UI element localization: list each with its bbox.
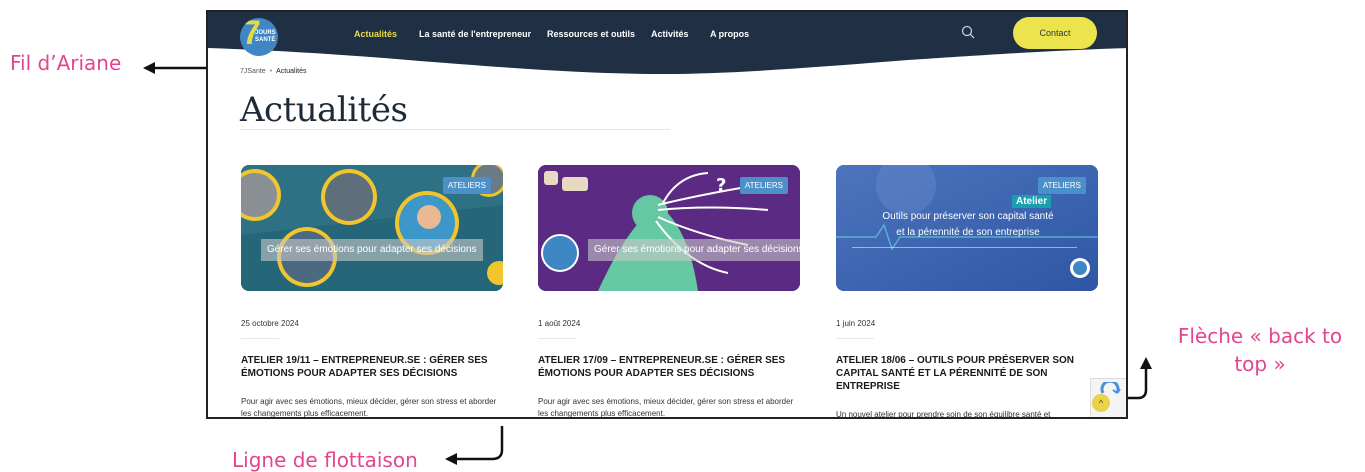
breadcrumb-current: Actualités [276,68,307,75]
thumbnail-caption: Outils pour préserver son capital santé … [858,209,1078,241]
website-screenshot: 7 JOURS SANTÉ Actualités La santé de l'e… [206,10,1128,419]
nav-item-ressources[interactable]: Ressources et outils [547,29,635,39]
article-title[interactable]: ATELIER 19/11 – ENTREPRENEUR.SE : GÉRER … [241,354,503,380]
thumbnail-caption: Gérer ses émotions pour adapter ses déci… [588,239,800,261]
article-excerpt: Un nouvel atelier pour prendre soin de s… [836,410,1051,419]
breadcrumb-separator: • [269,68,273,75]
back-to-top-button[interactable]: ^ [1092,394,1110,412]
thumbnail-caption: Gérer ses émotions pour adapter ses déci… [261,239,483,261]
breadcrumb: 7JSante • Actualités [240,68,307,75]
logo-text: JOURS SANTÉ [255,30,276,44]
nav-item-sante-entrepreneur[interactable]: La santé de l'entrepreneur [419,29,531,39]
nav-item-actualites[interactable]: Actualités [354,29,397,39]
article-card[interactable]: ATELIERS Atelier Outils pour préserver s… [836,165,1098,417]
article-thumbnail[interactable]: ATELIERS Gérer ses émotions pour adapter… [241,165,503,291]
contact-button[interactable]: Contact [1013,17,1097,49]
fold-line-annotation: Ligne de flottaison [232,448,418,472]
article-title[interactable]: ATELIER 17/09 – ENTREPRENEUR.SE : GÉRER … [538,354,800,380]
logo-text-line-1: JOURS [255,30,276,36]
date-divider [241,338,279,339]
article-date: 1 juin 2024 [836,319,876,328]
article-excerpt: Pour agir avec ses émotions, mieux décid… [538,397,794,418]
site-header: 7 JOURS SANTÉ Actualités La santé de l'e… [208,12,1126,80]
thumbnail-caption-line-2: et la pérennité de son entreprise [896,227,1040,238]
header-background [208,12,1126,74]
article-thumbnail[interactable]: ? ATELIERS Gérer ses émotions pour adapt… [538,165,800,291]
back-to-top-annotation-line-2: top » [1234,352,1286,376]
article-date: 1 août 2024 [538,319,581,328]
caption-divider [852,247,1077,248]
article-card[interactable]: ATELIERS Gérer ses émotions pour adapter… [241,165,503,417]
logo-text-line-2: SANTÉ [255,37,276,43]
category-badge[interactable]: ATELIERS [739,177,788,194]
date-divider [836,338,874,339]
nav-item-a-propos[interactable]: A propos [710,29,749,39]
breadcrumb-home[interactable]: 7JSante [240,68,266,75]
arrow-up-icon: ^ [1098,398,1104,408]
page-title: Actualités [240,90,408,130]
thumbnail-caption-line-1: Outils pour préserver son capital santé [882,211,1054,222]
breadcrumb-annotation: Fil d’Ariane [10,51,122,75]
svg-text:?: ? [716,175,726,196]
search-icon[interactable] [961,25,975,39]
title-divider [240,129,670,130]
date-divider [538,338,576,339]
article-excerpt: Pour agir avec ses émotions, mieux décid… [241,397,497,418]
back-to-top-annotation-line-1: Flèche « back to [1177,324,1343,348]
site-logo[interactable]: 7 JOURS SANTÉ [240,18,278,56]
article-date: 25 octobre 2024 [241,319,299,328]
category-badge[interactable]: ATELIERS [1037,177,1086,194]
article-thumbnail[interactable]: ATELIERS Atelier Outils pour préserver s… [836,165,1098,291]
thumbnail-word: Atelier [1012,195,1052,208]
article-title[interactable]: ATELIER 18/06 – OUTILS POUR PRÉSERVER SO… [836,354,1084,393]
fold-arrow [455,426,504,461]
nav-item-activites[interactable]: Activités [651,29,689,39]
article-card[interactable]: ? ATELIERS Gérer ses émotions pour adapt… [538,165,800,417]
back-to-top-annotation: Flèche « back to top » [1165,322,1355,378]
category-badge[interactable]: ATELIERS [442,177,491,194]
